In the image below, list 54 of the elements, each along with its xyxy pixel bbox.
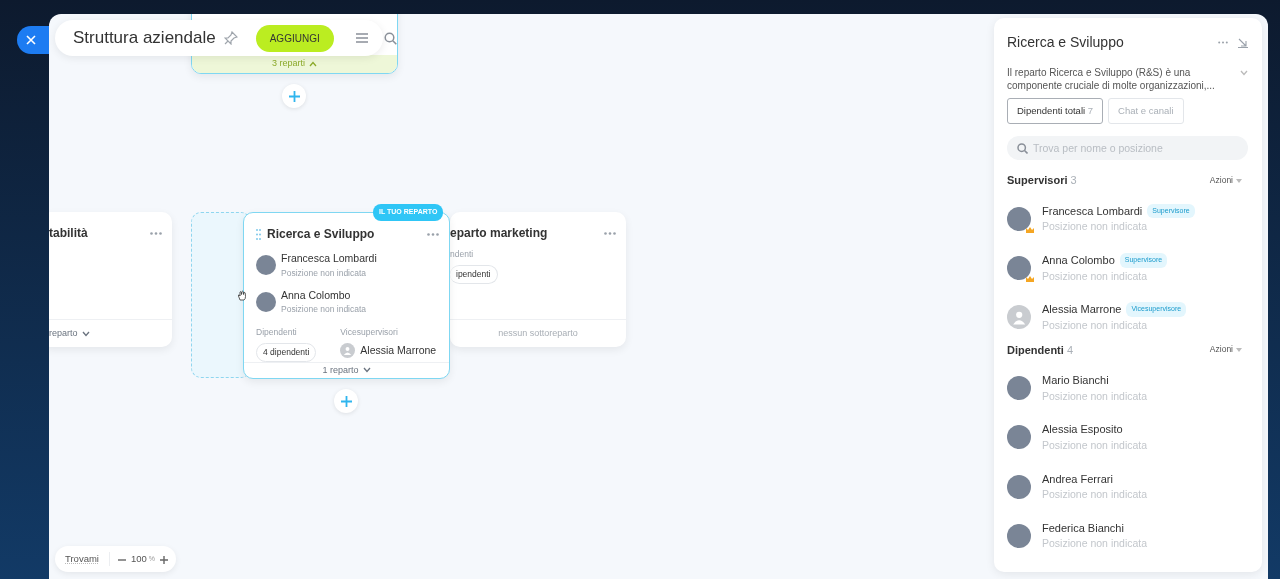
person-name[interactable]: Alessia Esposito: [1042, 421, 1123, 438]
deputies-label: Vicesupervisori: [340, 326, 399, 339]
person-name[interactable]: Anna Colombo: [1042, 252, 1115, 269]
more-icon[interactable]: [604, 231, 616, 235]
search-icon[interactable]: [383, 31, 397, 45]
caret-down-icon: [1236, 347, 1242, 352]
actions-dropdown[interactable]: Azioni: [1209, 343, 1242, 357]
person-position: Posizione non indicata: [281, 303, 367, 316]
department-card[interactable]: eparto marketing ndenti ipendenti nessun sottoreparto: [450, 212, 626, 347]
person-name[interactable]: Mario Bianchi: [1042, 372, 1109, 389]
employees-label: ndenti: [450, 248, 475, 261]
zoom-value: 100: [130, 551, 147, 566]
person-name[interactable]: Alessia Marrone: [360, 342, 437, 359]
subdepartments-label: nessun sottoreparto: [498, 326, 578, 340]
person-name[interactable]: Andrea Ferrari: [1042, 470, 1113, 487]
department-description: Il reparto Ricerca e Sviluppo (R&S) è una componente cruciale di molte organizzazioni,...: [1007, 67, 1216, 92]
person-name[interactable]: Anna Colombo: [281, 287, 367, 304]
person-name[interactable]: Francesca Lombardi: [1042, 202, 1143, 220]
panel-title: Ricerca e Sviluppo: [1007, 33, 1124, 52]
plus-icon: [340, 395, 352, 407]
department-card[interactable]: tabilità reparto: [49, 212, 172, 347]
more-icon[interactable]: [150, 231, 162, 235]
plus-icon: [160, 555, 169, 564]
actions-dropdown[interactable]: Azioni: [1209, 174, 1242, 187]
department-title: eparto marketing: [450, 225, 548, 242]
subdepartments-toggle[interactable]: 1 reparto: [322, 363, 371, 377]
find-me-button[interactable]: Trovami: [55, 551, 110, 567]
subdepartments-toggle[interactable]: reparto: [49, 326, 90, 341]
plus-icon: [288, 90, 300, 102]
section-title: Dipendenti 4: [1007, 342, 1074, 358]
drag-handle-icon: [256, 228, 261, 240]
person-position: Posizione non indicata: [281, 266, 368, 280]
menu-icon[interactable]: [355, 33, 368, 43]
hand-cursor-icon: [237, 290, 247, 301]
person-name[interactable]: Alessia Marrone: [1042, 301, 1122, 318]
caret-down-icon: [1236, 178, 1242, 183]
add-department-button[interactable]: [334, 389, 358, 413]
more-icon[interactable]: [1218, 41, 1228, 44]
user-silhouette-icon: [1011, 310, 1027, 325]
person-name[interactable]: Francesca Lombardi: [281, 251, 377, 267]
employees-label: Dipendenti: [256, 326, 298, 339]
add-button[interactable]: AGGIUNGI: [255, 24, 334, 52]
chevron-down-icon[interactable]: [1240, 70, 1248, 76]
department-title: tabilità: [49, 225, 88, 242]
section-title: Supervisori 3: [1007, 173, 1077, 189]
close-icon: [26, 35, 36, 45]
more-icon[interactable]: [427, 232, 439, 236]
panel-tab[interactable]: Dipendenti totali 7: [1007, 98, 1104, 125]
department-title: Ricerca e Sviluppo: [267, 226, 375, 243]
person-name[interactable]: Federica Bianchi: [1042, 519, 1124, 537]
close-button[interactable]: [17, 26, 49, 54]
pin-icon[interactable]: [223, 31, 238, 45]
add-department-button[interactable]: [282, 84, 306, 108]
collapse-icon[interactable]: [1238, 37, 1248, 48]
